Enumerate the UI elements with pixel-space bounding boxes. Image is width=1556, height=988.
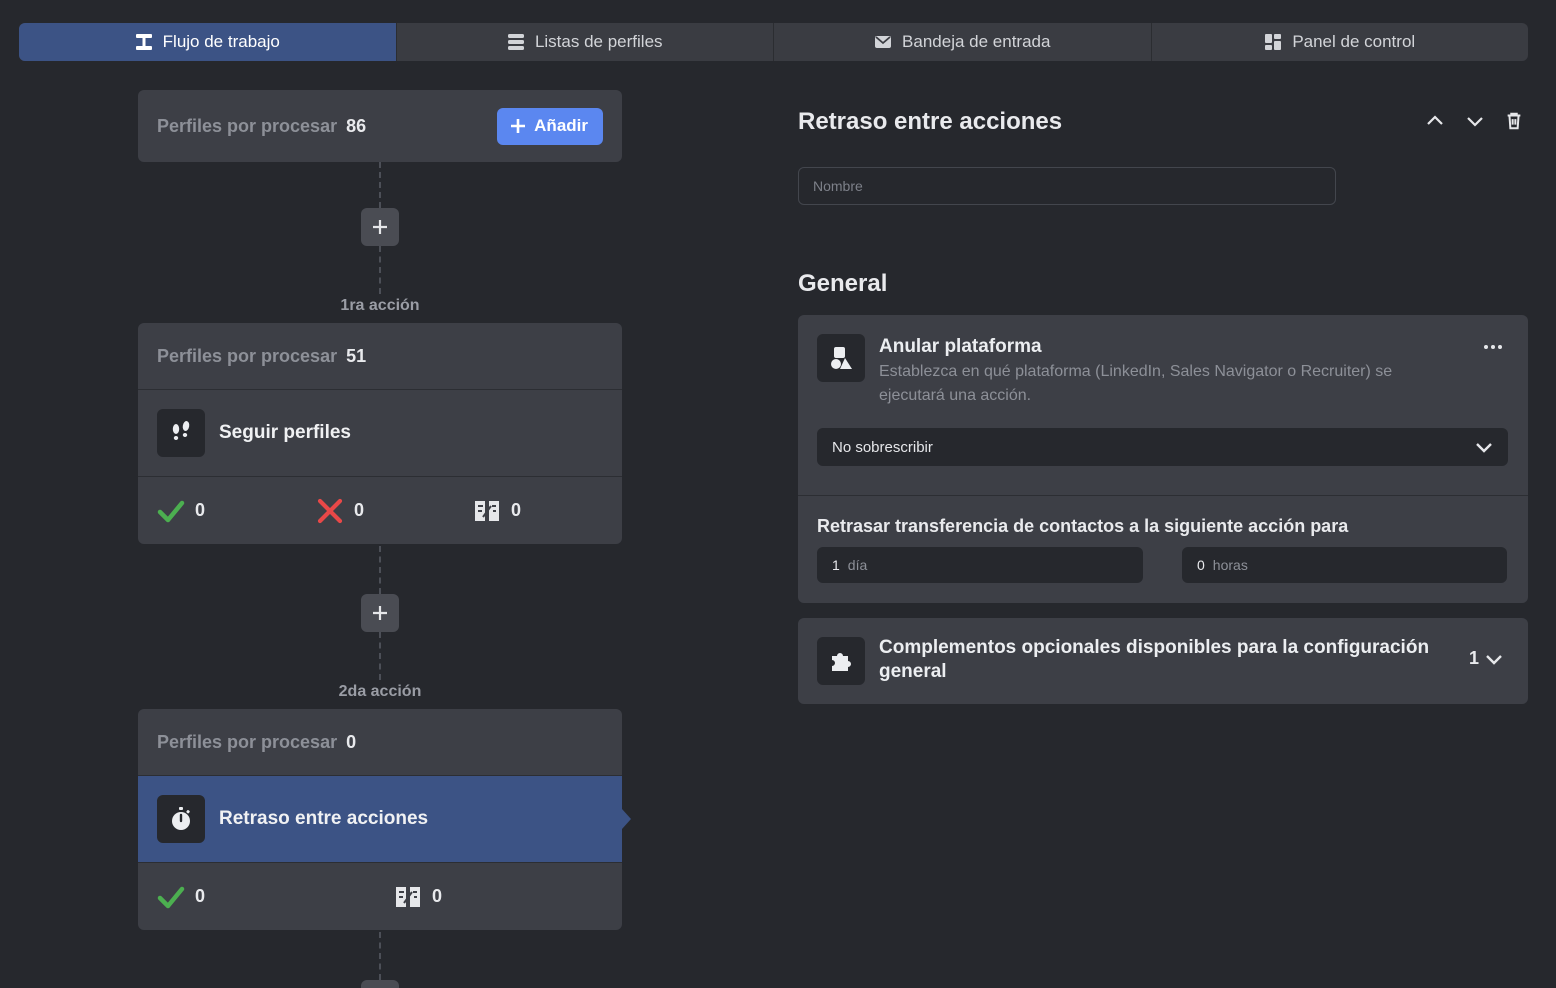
- platform-description: Establezca en qué plataforma (LinkedIn, …: [879, 363, 1393, 404]
- action-name: Seguir perfiles: [219, 422, 351, 443]
- pending-label: Perfiles por procesar: [157, 731, 338, 752]
- action-follow-profiles[interactable]: Seguir perfiles: [138, 390, 622, 477]
- connector-line: [379, 162, 381, 208]
- pending-label: Perfiles por procesar: [157, 345, 338, 366]
- platform-select[interactable]: No sobrescribir: [817, 428, 1508, 466]
- action-card-1: Perfiles por procesar 51 Seguir perfiles…: [138, 323, 622, 544]
- workflow-icon: [135, 34, 152, 50]
- puzzle-icon: [832, 653, 851, 671]
- shapes-icon: [831, 347, 852, 369]
- add-profiles-button[interactable]: Añadir: [497, 107, 603, 145]
- skip-icon: [475, 500, 499, 521]
- action-card-header: Perfiles por procesar 0: [138, 709, 622, 776]
- success-count: 0: [195, 886, 206, 906]
- plus-icon: [373, 606, 387, 620]
- addons-label: Complementos opcionales disponibles para…: [879, 637, 1430, 682]
- action-card-2: Perfiles por procesar 0 Retraso entre ac…: [138, 709, 631, 930]
- panel-toolbar: [1424, 110, 1524, 132]
- plus-icon: [511, 119, 526, 133]
- stat-skipped: 0: [394, 883, 442, 911]
- chevron-down-icon[interactable]: [1464, 110, 1486, 132]
- stat-success: 0: [157, 497, 316, 525]
- main-tabs: Flujo de trabajo Listas de perfiles Band…: [19, 23, 1528, 61]
- action-name: Retraso entre acciones: [219, 808, 429, 829]
- insert-action-button[interactable]: [361, 980, 399, 988]
- connector-line: [379, 546, 381, 594]
- add-button-label: Añadir: [534, 116, 588, 135]
- delay-days-field[interactable]: 1 día: [817, 547, 1143, 583]
- chevron-down-icon: [1486, 654, 1502, 665]
- step-label-2: 2da acción: [338, 683, 422, 700]
- success-count: 0: [195, 500, 206, 520]
- check-icon: [157, 886, 185, 908]
- pending-count: 51: [346, 345, 367, 366]
- addons-count: 1: [1468, 648, 1479, 668]
- check-icon: [157, 500, 185, 522]
- start-card-header: Perfiles por procesar 86 Añadir: [138, 90, 622, 162]
- action-name-input[interactable]: [798, 167, 1336, 205]
- action-icon-box: [157, 409, 205, 457]
- list-icon: [507, 34, 524, 50]
- action-stats: 0 0: [138, 863, 622, 930]
- addons-count-badge: 1: [1469, 648, 1503, 669]
- skipped-count: 0: [432, 886, 443, 906]
- connector-line: [379, 632, 381, 680]
- tab-label: Panel de control: [1292, 32, 1416, 51]
- more-options-icon[interactable]: [1484, 345, 1502, 349]
- platform-icon-box: [817, 334, 865, 382]
- connector-line: [379, 246, 381, 294]
- action-stats: 0 0 0: [138, 477, 622, 544]
- delay-label: Retrasar transferencia de contactos a la…: [817, 516, 1349, 536]
- action-icon-box: [157, 795, 205, 843]
- section-title-general: General: [798, 270, 888, 297]
- panel-title: Retraso entre acciones: [798, 108, 1063, 135]
- step-label-1: 1ra acción: [340, 297, 420, 314]
- trash-icon[interactable]: [1504, 111, 1524, 131]
- optional-addons-card[interactable]: Complementos opcionales disponibles para…: [798, 618, 1528, 704]
- insert-action-button[interactable]: [361, 594, 399, 632]
- general-settings-card: Anular plataforma Establezca en qué plat…: [798, 315, 1528, 603]
- chevron-down-icon: [1476, 443, 1492, 453]
- envelope-icon: [875, 36, 892, 48]
- tab-inbox[interactable]: Bandeja de entrada: [774, 23, 1152, 61]
- insert-action-button[interactable]: [361, 208, 399, 246]
- pending-count: 86: [346, 115, 367, 136]
- divider: [798, 495, 1528, 496]
- addons-icon-box: [817, 637, 865, 685]
- stopwatch-icon: [172, 807, 190, 830]
- platform-selected-value: No sobrescribir: [832, 438, 933, 456]
- tab-profile-lists[interactable]: Listas de perfiles: [397, 23, 774, 61]
- hours-unit: horas: [1212, 557, 1248, 573]
- footsteps-icon: [172, 421, 190, 440]
- skipped-count: 0: [511, 500, 522, 520]
- platform-heading: Anular plataforma: [879, 336, 1042, 357]
- days-unit: día: [847, 557, 868, 573]
- stat-failed: 0: [316, 497, 473, 525]
- skip-icon: [396, 886, 420, 907]
- connector-line: [379, 932, 381, 980]
- tab-dashboard[interactable]: Panel de control: [1152, 23, 1529, 61]
- start-card: Perfiles por procesar 86 Añadir: [138, 90, 622, 162]
- stat-skipped: 0: [473, 497, 521, 525]
- pending-label: Perfiles por procesar: [157, 115, 338, 136]
- tab-label: Bandeja de entrada: [902, 32, 1051, 51]
- days-value: 1: [832, 557, 840, 573]
- delay-hours-field[interactable]: 0 horas: [1182, 547, 1507, 583]
- tab-workflow[interactable]: Flujo de trabajo: [19, 23, 397, 61]
- stat-success: 0: [157, 883, 394, 911]
- chevron-up-icon[interactable]: [1424, 110, 1446, 132]
- action-delay[interactable]: Retraso entre acciones: [138, 776, 631, 863]
- hours-value: 0: [1197, 557, 1205, 573]
- action-card-header: Perfiles por procesar 51: [138, 323, 622, 390]
- failed-count: 0: [354, 500, 365, 520]
- tab-label: Flujo de trabajo: [162, 32, 280, 51]
- dashboard-icon: [1265, 34, 1282, 50]
- plus-icon: [373, 220, 387, 234]
- cross-icon: [317, 498, 343, 523]
- pending-count: 0: [346, 731, 357, 752]
- tab-label: Listas de perfiles: [534, 32, 663, 51]
